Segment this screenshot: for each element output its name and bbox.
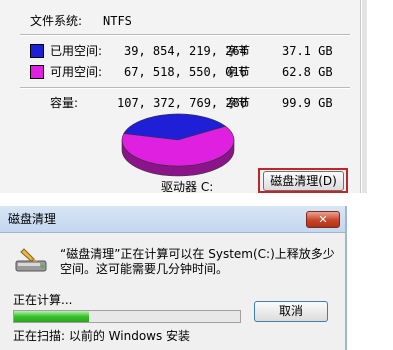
- dialog-body: “磁盘清理”正在计算可以在 System(C:)上释放多少空间。这可能需要几分钟…: [0, 233, 347, 350]
- disk-cleanup-dialog: 磁盘清理 ✕ “磁盘清理”正在计算可以在 System(C:)上释放多少空间。这…: [0, 206, 347, 350]
- dialog-title: 磁盘清理: [8, 212, 57, 226]
- status-label: 正在计算...: [13, 293, 73, 307]
- disk-cleanup-button[interactable]: 磁盘清理(D): [263, 171, 344, 191]
- dialog-message: “磁盘清理”正在计算可以在 System(C:)上释放多少空间。这可能需要几分钟…: [60, 247, 335, 276]
- progress-bar: [13, 310, 241, 323]
- close-button[interactable]: ✕: [306, 211, 340, 228]
- disk-properties-panel: 文件系统: NTFS 已用空间: 39, 854, 219, 264 字节 37…: [0, 0, 393, 194]
- progress-fill: [14, 311, 89, 322]
- drive-label: 驱动器 C:: [161, 180, 214, 194]
- scan-status: 正在扫描: 以前的 Windows 安装: [13, 329, 191, 343]
- cancel-button[interactable]: 取消: [254, 301, 328, 322]
- dialog-titlebar: 磁盘清理 ✕: [0, 206, 347, 233]
- disk-usage-pie-chart: [121, 113, 235, 177]
- close-icon: ✕: [318, 213, 328, 226]
- dialog-edge: [345, 206, 347, 350]
- disk-cleanup-icon: [15, 248, 47, 272]
